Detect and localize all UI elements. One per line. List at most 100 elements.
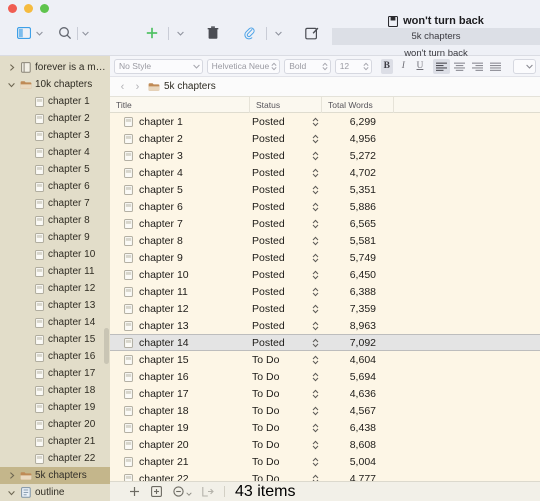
cell-title[interactable]: chapter 5	[110, 184, 250, 196]
sidebar-item[interactable]: chapter 12	[0, 280, 110, 297]
status-stepper[interactable]	[308, 423, 322, 433]
cell-total-words[interactable]: 8,963	[322, 320, 390, 332]
sidebar-disclosure[interactable]	[6, 82, 17, 88]
more-format-options[interactable]	[513, 58, 536, 74]
status-stepper[interactable]	[308, 117, 322, 127]
add-icon[interactable]	[142, 23, 161, 43]
table-row[interactable]: chapter 13 Posted 8,963	[110, 317, 540, 334]
align-justify-button[interactable]	[487, 59, 504, 74]
cell-total-words[interactable]: 8,608	[322, 439, 390, 451]
cell-total-words[interactable]: 5,749	[322, 252, 390, 264]
status-stepper[interactable]	[308, 185, 322, 195]
status-stepper[interactable]	[308, 406, 322, 416]
sidebar-item[interactable]: chapter 20	[0, 416, 110, 433]
table-row[interactable]: chapter 10 Posted 6,450	[110, 266, 540, 283]
search-chevron-down-icon[interactable]	[81, 23, 90, 43]
zoom-button[interactable]	[40, 4, 49, 13]
cell-status[interactable]: To Do	[250, 371, 308, 383]
status-stepper[interactable]	[308, 236, 322, 246]
cell-title[interactable]: chapter 3	[110, 150, 250, 162]
cell-total-words[interactable]: 4,956	[322, 133, 390, 145]
cell-title[interactable]: chapter 22	[110, 473, 250, 481]
cell-status[interactable]: To Do	[250, 388, 308, 400]
cell-total-words[interactable]: 5,694	[322, 371, 390, 383]
cell-total-words[interactable]: 6,299	[322, 116, 390, 128]
table-row[interactable]: chapter 5 Posted 5,351	[110, 181, 540, 198]
table-row[interactable]: chapter 14 Posted 7,092	[110, 334, 540, 351]
new-folder-button[interactable]	[150, 486, 162, 498]
trash-icon[interactable]	[203, 23, 222, 43]
status-stepper[interactable]	[308, 457, 322, 467]
status-stepper[interactable]	[308, 372, 322, 382]
sidebar-item[interactable]: chapter 11	[0, 263, 110, 280]
status-stepper[interactable]	[308, 151, 322, 161]
cell-total-words[interactable]: 5,272	[322, 150, 390, 162]
cell-title[interactable]: chapter 13	[110, 320, 250, 332]
cell-total-words[interactable]: 5,004	[322, 456, 390, 468]
table-row[interactable]: chapter 8 Posted 5,581	[110, 232, 540, 249]
table-row[interactable]: chapter 19 To Do 6,438	[110, 419, 540, 436]
cell-status[interactable]: Posted	[250, 116, 308, 128]
cell-status[interactable]: Posted	[250, 303, 308, 315]
cell-title[interactable]: chapter 7	[110, 218, 250, 230]
nav-forward-button[interactable]: ›	[133, 81, 142, 93]
table-row[interactable]: chapter 20 To Do 8,608	[110, 436, 540, 453]
table-row[interactable]: chapter 2 Posted 4,956	[110, 130, 540, 147]
minimize-button[interactable]	[24, 4, 33, 13]
cell-title[interactable]: chapter 16	[110, 371, 250, 383]
sidebar-disclosure[interactable]	[6, 472, 17, 479]
cell-status[interactable]: Posted	[250, 286, 308, 298]
cell-status[interactable]: Posted	[250, 150, 308, 162]
cell-status[interactable]: To Do	[250, 405, 308, 417]
cell-status[interactable]: To Do	[250, 456, 308, 468]
sidebar-item[interactable]: chapter 1	[0, 93, 110, 110]
cell-title[interactable]: chapter 10	[110, 269, 250, 281]
sidebar-item[interactable]: chapter 2	[0, 110, 110, 127]
table-row[interactable]: chapter 1 Posted 6,299	[110, 113, 540, 130]
font-size-select[interactable]: 12	[334, 58, 372, 74]
status-stepper[interactable]	[308, 219, 322, 229]
cell-title[interactable]: chapter 18	[110, 405, 250, 417]
style-select[interactable]: No Style	[114, 58, 203, 74]
table-row[interactable]: chapter 12 Posted 7,359	[110, 300, 540, 317]
sidebar-item[interactable]: chapter 4	[0, 144, 110, 161]
status-stepper[interactable]	[308, 321, 322, 331]
status-stepper[interactable]	[308, 287, 322, 297]
status-stepper[interactable]	[308, 270, 322, 280]
cell-title[interactable]: chapter 17	[110, 388, 250, 400]
sidebar-item[interactable]: chapter 21	[0, 433, 110, 450]
sidebar-item[interactable]: chapter 16	[0, 348, 110, 365]
sidebar-item[interactable]: outline	[0, 484, 110, 501]
status-stepper[interactable]	[308, 338, 322, 348]
sidebar-item[interactable]: chapter 14	[0, 314, 110, 331]
cell-title[interactable]: chapter 2	[110, 133, 250, 145]
align-right-button[interactable]	[469, 59, 486, 74]
table-row[interactable]: chapter 15 To Do 4,604	[110, 351, 540, 368]
sidebar-disclosure[interactable]	[6, 490, 17, 496]
cell-total-words[interactable]: 7,092	[322, 337, 390, 349]
sidebar-item[interactable]: chapter 8	[0, 212, 110, 229]
bold-button[interactable]: B	[380, 58, 394, 74]
cell-title[interactable]: chapter 8	[110, 235, 250, 247]
cell-status[interactable]: Posted	[250, 320, 308, 332]
attach-chevron-down-icon[interactable]	[274, 23, 283, 43]
cell-status[interactable]: Posted	[250, 269, 308, 281]
sidebar-item[interactable]: chapter 17	[0, 365, 110, 382]
cell-title[interactable]: chapter 1	[110, 116, 250, 128]
cell-status[interactable]: To Do	[250, 354, 308, 366]
status-stepper[interactable]	[308, 202, 322, 212]
cell-status[interactable]: Posted	[250, 235, 308, 247]
cell-title[interactable]: chapter 19	[110, 422, 250, 434]
cell-title[interactable]: chapter 20	[110, 439, 250, 451]
sidebar-item[interactable]: chapter 13	[0, 297, 110, 314]
status-stepper[interactable]	[308, 304, 322, 314]
cell-total-words[interactable]: 7,359	[322, 303, 390, 315]
breadcrumb-current[interactable]: 5k chapters	[332, 28, 540, 45]
path-bar-item[interactable]: 5k chapters	[148, 81, 216, 92]
align-center-button[interactable]	[451, 59, 468, 74]
cell-total-words[interactable]: 5,886	[322, 201, 390, 213]
cell-status[interactable]: Posted	[250, 133, 308, 145]
cell-total-words[interactable]: 4,636	[322, 388, 390, 400]
sidebar-item[interactable]: 5k chapters	[0, 467, 110, 484]
sidebar-item[interactable]: chapter 7	[0, 195, 110, 212]
